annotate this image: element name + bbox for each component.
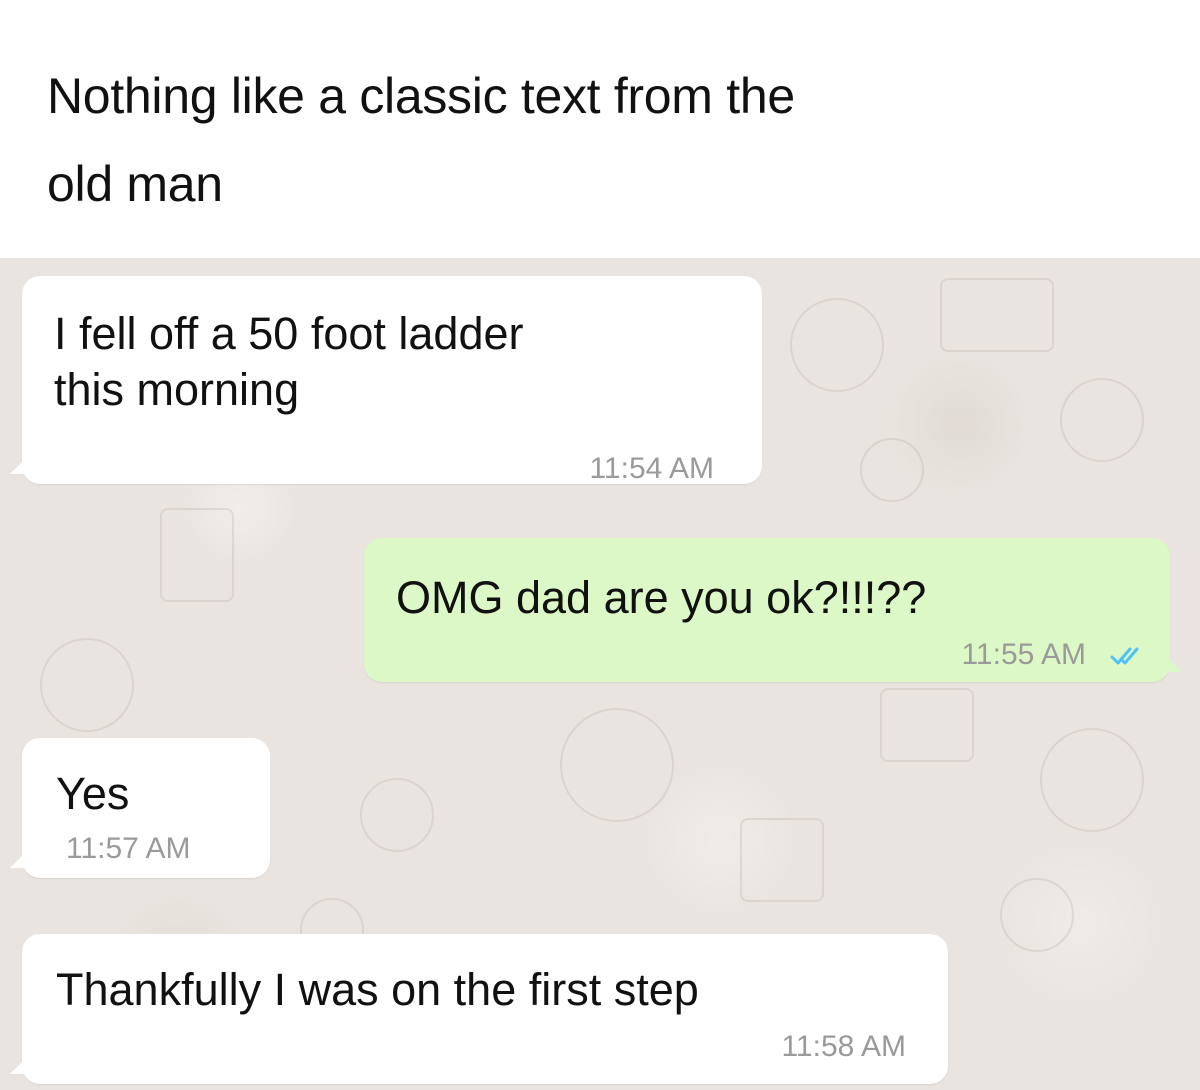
wallpaper-doodle-icon [560, 708, 674, 822]
wallpaper-doodle-icon [160, 508, 234, 602]
wallpaper-doodle-icon [1040, 728, 1144, 832]
wallpaper-doodle-icon [740, 818, 824, 902]
chat-screenshot: I fell off a 50 foot ladder this morning… [0, 258, 1200, 1090]
meme-post: Nothing like a classic text from the old… [0, 0, 1200, 1090]
message-text: I fell off a 50 foot ladder this morning [54, 308, 524, 415]
message-text: OMG dad are you ok?!!!?? [396, 572, 927, 623]
wallpaper-doodle-icon [790, 298, 884, 392]
wallpaper-doodle-icon [940, 278, 1054, 352]
message-time: 11:58 AM [781, 1030, 906, 1063]
message-bubble-incoming[interactable]: Yes 11:57 AM [10, 738, 270, 878]
wallpaper-doodle-icon [860, 438, 924, 502]
wallpaper-doodle-icon [360, 778, 434, 852]
message-time: 11:54 AM [589, 452, 714, 485]
double-check-icon [1110, 647, 1139, 665]
wallpaper-doodle-icon [1060, 378, 1144, 462]
wallpaper-doodle-icon [880, 688, 974, 762]
post-caption: Nothing like a classic text from the old… [47, 68, 795, 212]
wallpaper-doodle-icon [40, 638, 134, 732]
message-bubble-incoming[interactable]: I fell off a 50 foot ladder this morning… [10, 276, 762, 485]
message-text: Yes [56, 768, 130, 819]
message-bubble-incoming[interactable]: Thankfully I was on the first step 11:58… [10, 934, 948, 1084]
message-bubble-outgoing[interactable]: OMG dad are you ok?!!!?? 11:55 AM [364, 538, 1182, 682]
message-text: Thankfully I was on the first step [56, 964, 699, 1015]
message-time: 11:55 AM [961, 638, 1086, 671]
message-time: 11:57 AM [66, 832, 191, 865]
wallpaper-doodle-icon [1000, 878, 1074, 952]
